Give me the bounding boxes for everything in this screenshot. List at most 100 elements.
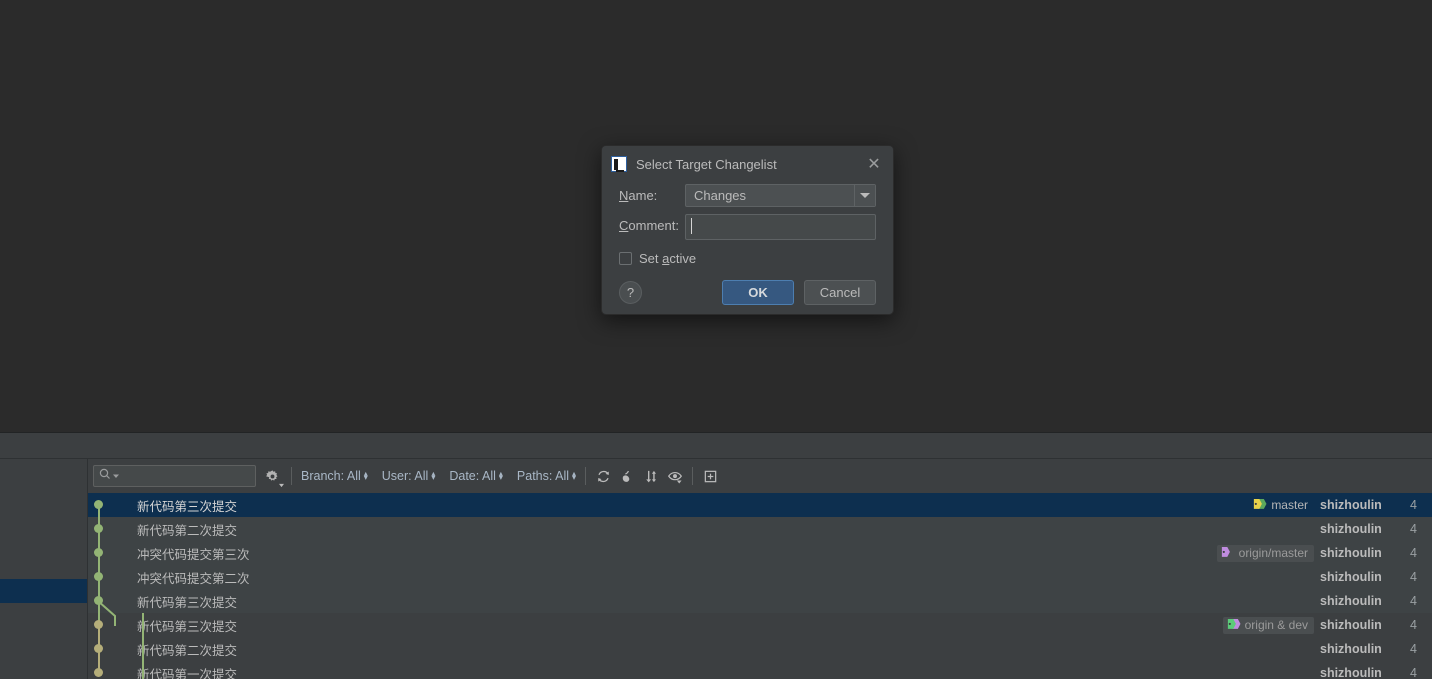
tool-window-header <box>0 433 1432 459</box>
commit-author: shizhoulin <box>1320 546 1382 560</box>
local-changes-row[interactable] <box>0 627 87 651</box>
commit-author: shizhoulin <box>1320 642 1382 656</box>
dialog-title: Select Target Changelist <box>636 156 777 172</box>
open-in-new-tab-icon[interactable] <box>698 464 722 488</box>
commit-date: 4 <box>1410 498 1417 512</box>
commit-refs: master <box>1249 497 1314 514</box>
paths-filter-label: Paths: All <box>516 469 570 483</box>
chevron-down-icon[interactable] <box>854 185 875 206</box>
gear-icon[interactable] <box>262 464 286 488</box>
commit-graph-cell <box>88 493 134 517</box>
local-changes-row[interactable] <box>0 603 87 627</box>
commit-graph-cell <box>88 637 144 661</box>
commit-subject: 冲突代码提交第三次 <box>137 547 250 562</box>
commit-date: 4 <box>1410 522 1417 536</box>
dialog-body: Name: Changes Comment: Set active ? OK C… <box>602 184 893 305</box>
commit-graph-cell <box>88 589 134 626</box>
local-changes-row[interactable] <box>0 459 87 483</box>
commit-subject: 新代码第三次提交 <box>137 499 238 514</box>
commit-author: shizhoulin <box>1320 522 1382 536</box>
branch-filter-label: Branch: All <box>301 469 361 483</box>
commit-date: 4 <box>1410 546 1417 560</box>
commit-date: 4 <box>1410 570 1417 584</box>
branch-ref-chip[interactable]: origin/master <box>1216 544 1314 562</box>
close-icon[interactable]: ✕ <box>861 151 887 177</box>
commit-subject: 新代码第二次提交 <box>137 523 238 538</box>
table-row[interactable]: 新代码第三次提交 master shizhoulin 4 <box>88 493 1432 517</box>
paths-filter[interactable]: Paths: All ▴ ▾ <box>513 467 580 485</box>
log-toolbar: Branch: All ▴ ▾ User: All ▴ ▾ Date: All ▴ ▾ Paths… <box>88 459 1432 493</box>
comment-label: Comment: <box>619 218 679 233</box>
commit-author: shizhoulin <box>1320 498 1382 512</box>
commit-date: 4 <box>1410 618 1417 632</box>
text-caret <box>691 218 692 234</box>
local-changes-row[interactable] <box>0 555 87 579</box>
user-filter-label: User: All <box>381 469 429 483</box>
updown-arrows-icon: ▴ ▾ <box>498 469 503 482</box>
branch-ref-label: origin & dev <box>1244 618 1308 632</box>
table-row[interactable]: 新代码第二次提交 shizhoulin 4 <box>88 637 1432 661</box>
branch-ref-label: origin/master <box>1238 546 1308 560</box>
commit-subject: 冲突代码提交第二次 <box>137 571 250 586</box>
branch-ref-chip[interactable]: master <box>1249 497 1314 514</box>
search-icon <box>99 467 111 485</box>
commit-author: shizhoulin <box>1320 666 1382 679</box>
sort-icon[interactable] <box>639 464 663 488</box>
eye-icon[interactable] <box>663 464 687 488</box>
name-row: Name: Changes <box>619 184 876 207</box>
cherry-pick-icon[interactable] <box>615 464 639 488</box>
application-window: Branch: All ▴ ▾ User: All ▴ ▾ Date: All ▴ ▾ Paths… <box>0 0 1432 679</box>
commit-subject: 新代码第一次提交 <box>137 667 238 679</box>
toolbar-separator-2 <box>585 467 587 485</box>
name-label: Name: <box>619 188 658 203</box>
local-changes-panel[interactable] <box>0 459 88 679</box>
local-changes-row[interactable] <box>0 483 87 507</box>
commit-author: shizhoulin <box>1320 570 1382 584</box>
intellij-idea-logo-icon <box>611 156 627 172</box>
cancel-button[interactable]: Cancel <box>804 280 876 305</box>
commit-date: 4 <box>1410 666 1417 679</box>
commit-refs: origin & dev <box>1222 616 1314 634</box>
user-filter[interactable]: User: All ▴ ▾ <box>378 467 440 485</box>
set-active-checkbox-row[interactable]: Set active <box>619 251 876 266</box>
help-button[interactable]: ? <box>619 281 642 304</box>
select-target-changelist-dialog: Select Target Changelist ✕ Name: Changes… <box>601 145 894 315</box>
version-control-tool-window: Branch: All ▴ ▾ User: All ▴ ▾ Date: All ▴ ▾ Paths… <box>0 432 1432 679</box>
commit-author: shizhoulin <box>1320 618 1382 632</box>
search-input[interactable] <box>93 465 256 487</box>
search-field[interactable] <box>122 469 242 483</box>
commit-graph-cell <box>88 517 134 541</box>
comment-input[interactable] <box>685 214 876 240</box>
table-row[interactable]: 冲突代码提交第二次 shizhoulin 4 <box>88 565 1432 589</box>
set-active-label: Set active <box>639 251 697 266</box>
commit-graph-cell <box>88 565 134 589</box>
local-changes-row[interactable] <box>0 531 87 555</box>
branch-tag-icon <box>1221 546 1235 561</box>
commit-graph-cell <box>88 613 144 637</box>
branch-ref-chip[interactable]: origin & dev <box>1222 616 1314 634</box>
branch-ref-label: master <box>1271 498 1308 512</box>
table-row[interactable]: 新代码第三次提交 shizhoulin 4 <box>88 589 1432 626</box>
commit-date: 4 <box>1410 642 1417 656</box>
commit-log-table[interactable]: 新代码第三次提交 master shizhoulin 4 新代码第二次提交 shizhou… <box>88 493 1432 679</box>
toolbar-separator-3 <box>692 467 694 485</box>
local-changes-row[interactable] <box>0 651 87 675</box>
commit-subject: 新代码第二次提交 <box>137 643 238 658</box>
changelist-name-combo[interactable]: Changes <box>685 184 876 207</box>
comment-row: Comment: <box>619 214 876 240</box>
date-filter[interactable]: Date: All ▴ ▾ <box>445 467 507 485</box>
table-row[interactable]: 新代码第三次提交 origin & dev shizhoulin 4 <box>88 613 1432 637</box>
branch-filter[interactable]: Branch: All ▴ ▾ <box>297 467 372 485</box>
commit-author: shizhoulin <box>1320 594 1382 608</box>
refresh-icon[interactable] <box>591 464 615 488</box>
branch-tag-icon <box>1227 618 1241 633</box>
local-changes-row[interactable] <box>0 579 87 603</box>
ok-button[interactable]: OK <box>722 280 794 305</box>
table-row[interactable]: 新代码第二次提交 shizhoulin 4 <box>88 517 1432 541</box>
set-active-checkbox[interactable] <box>619 252 632 265</box>
search-dropdown-icon[interactable] <box>113 467 120 485</box>
table-row[interactable]: 新代码第一次提交 shizhoulin 4 <box>88 661 1432 679</box>
commit-graph-cell <box>88 541 134 565</box>
local-changes-row[interactable] <box>0 507 87 531</box>
table-row[interactable]: 冲突代码提交第三次 origin/master shizhoulin 4 <box>88 541 1432 565</box>
